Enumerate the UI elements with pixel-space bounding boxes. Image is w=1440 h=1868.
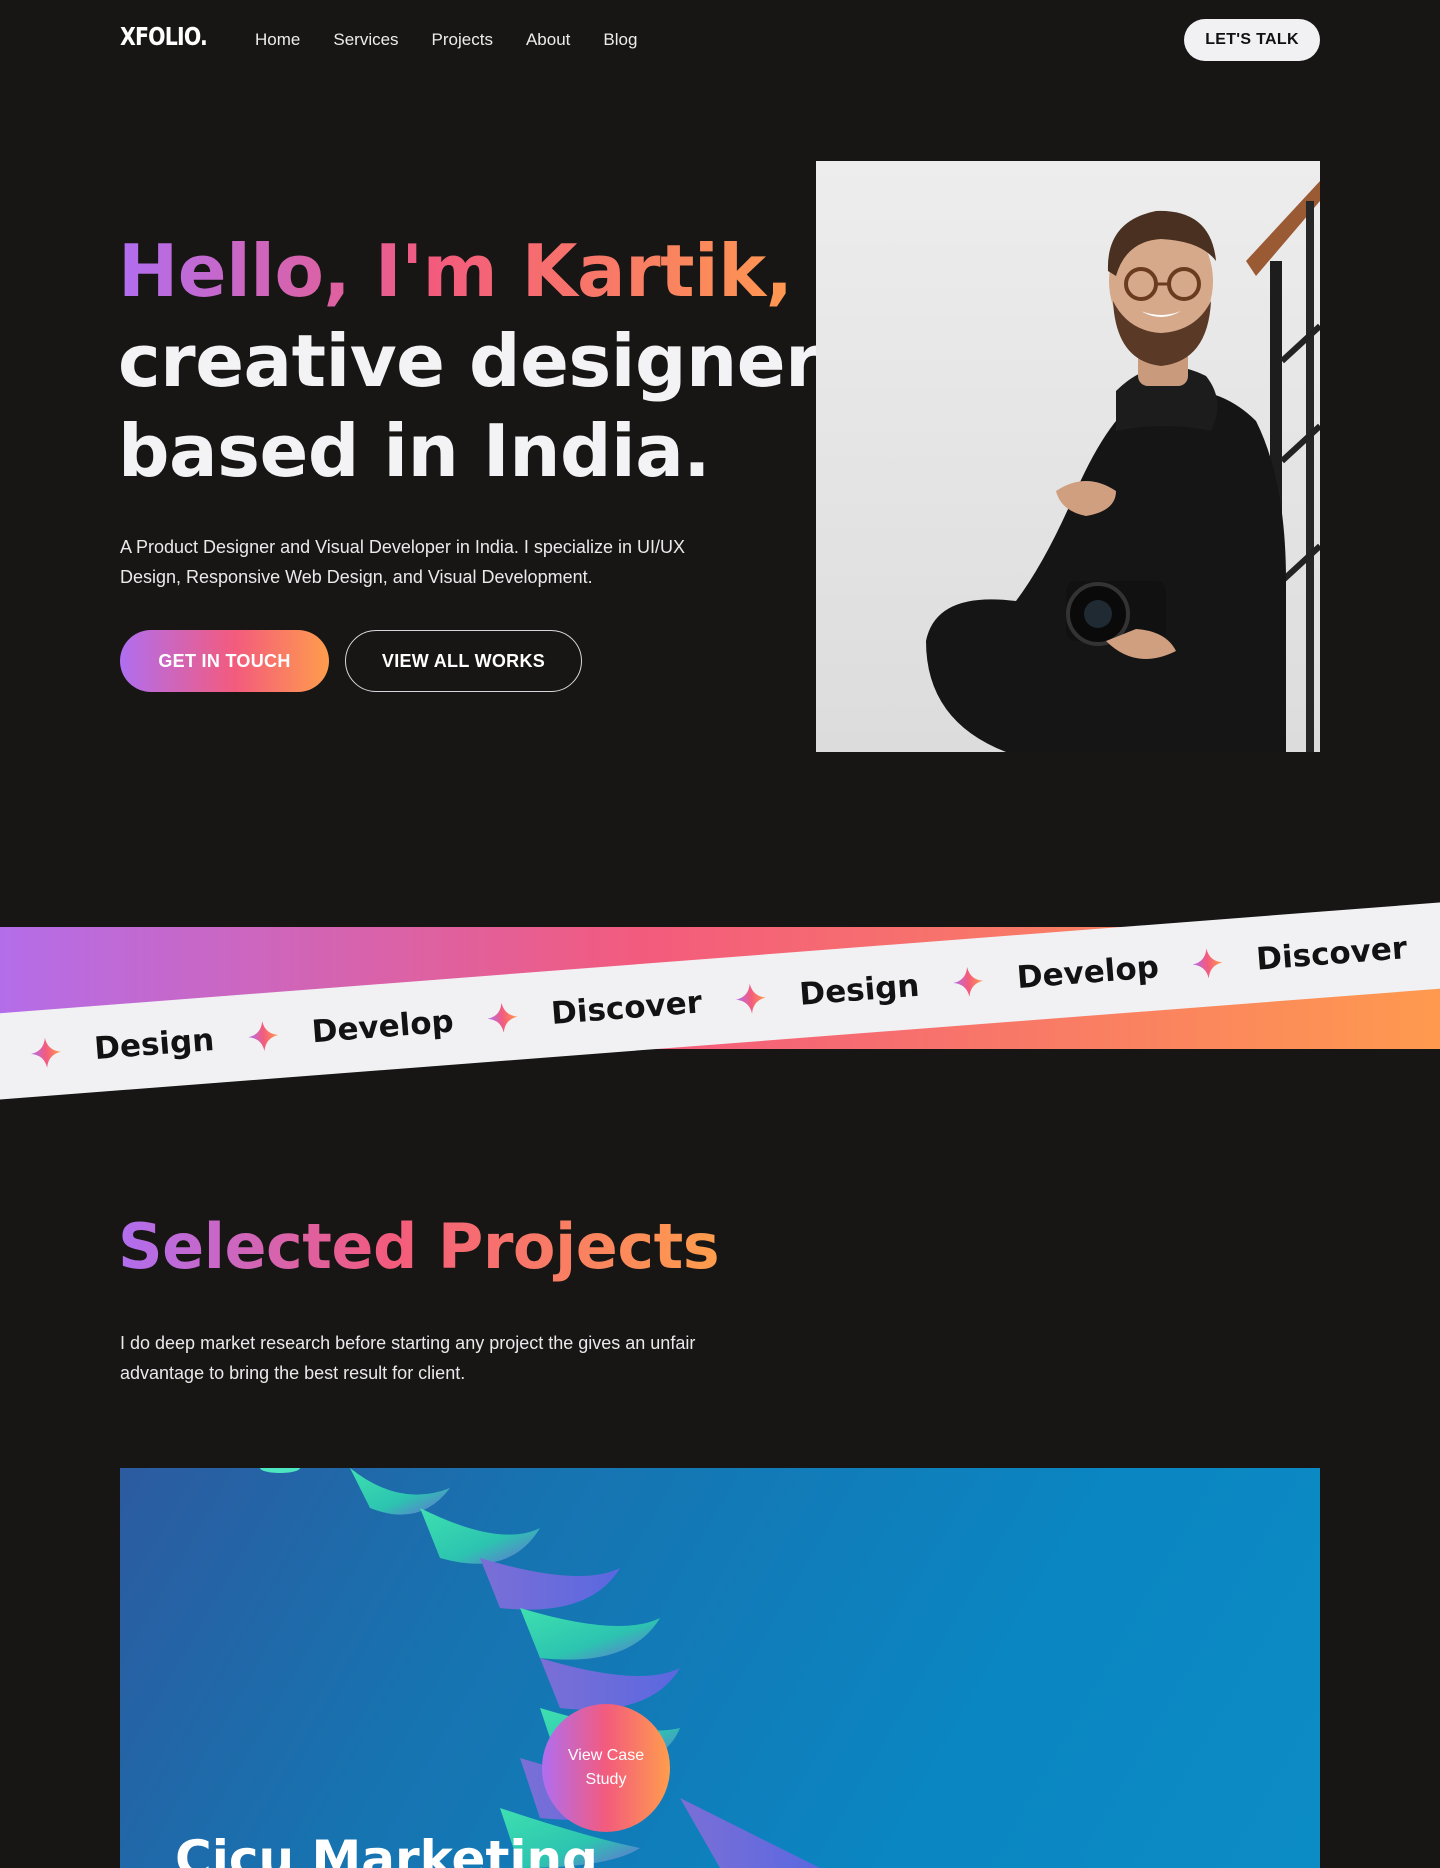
- projects-title: Selected Projects: [118, 1210, 720, 1283]
- view-all-works-button[interactable]: VIEW ALL WORKS: [345, 630, 582, 692]
- portrait-illustration: [926, 181, 1320, 752]
- nav-link-blog[interactable]: Blog: [603, 30, 637, 50]
- hero-title-line-3: based in India.: [118, 409, 711, 493]
- marquee-word: Discover: [549, 984, 704, 1032]
- top-navigation: XFOLIO. Home Services Projects About Blo…: [0, 0, 1440, 80]
- nav-links: Home Services Projects About Blog: [255, 30, 637, 50]
- projects-description: I do deep market research before startin…: [120, 1333, 696, 1383]
- marquee-word: Discover: [1255, 930, 1409, 978]
- nav-link-services[interactable]: Services: [333, 30, 398, 50]
- nav-link-projects[interactable]: Projects: [432, 30, 493, 50]
- portrait-photo: [816, 161, 1320, 752]
- marquee-word: Develop: [1015, 949, 1161, 997]
- sparkle-icon: [487, 1002, 518, 1033]
- nav-link-home[interactable]: Home: [255, 30, 300, 50]
- sparkle-icon: [1192, 948, 1223, 979]
- site-logo[interactable]: XFOLIO.: [120, 22, 208, 51]
- lets-talk-button[interactable]: LET'S TALK: [1184, 19, 1320, 61]
- marquee-word: Design: [798, 967, 921, 1013]
- view-case-study-button[interactable]: View Case Study: [542, 1704, 670, 1832]
- hero-title-line-2: creative designer: [118, 319, 821, 403]
- project-card-artwork: [260, 1468, 820, 1868]
- get-in-touch-button[interactable]: GET IN TOUCH: [120, 630, 329, 692]
- nav-link-about[interactable]: About: [526, 30, 570, 50]
- sparkle-icon: [953, 966, 984, 997]
- marquee-word: Develop: [310, 1003, 455, 1051]
- hero-description: A Product Designer and Visual Developer …: [120, 537, 685, 587]
- sparkle-icon: [248, 1021, 278, 1052]
- hero-title: Hello, I'm Kartik, creative designer bas…: [118, 226, 821, 496]
- sparkle-icon: [30, 1037, 61, 1068]
- marquee-word: Design: [92, 1021, 216, 1068]
- sparkle-icon: [735, 983, 766, 1014]
- project-card-title: Cicu Marketing: [175, 1830, 598, 1868]
- project-card[interactable]: Cicu Marketing: [120, 1468, 1320, 1868]
- hero-greeting: Hello, I'm Kartik,: [118, 226, 820, 316]
